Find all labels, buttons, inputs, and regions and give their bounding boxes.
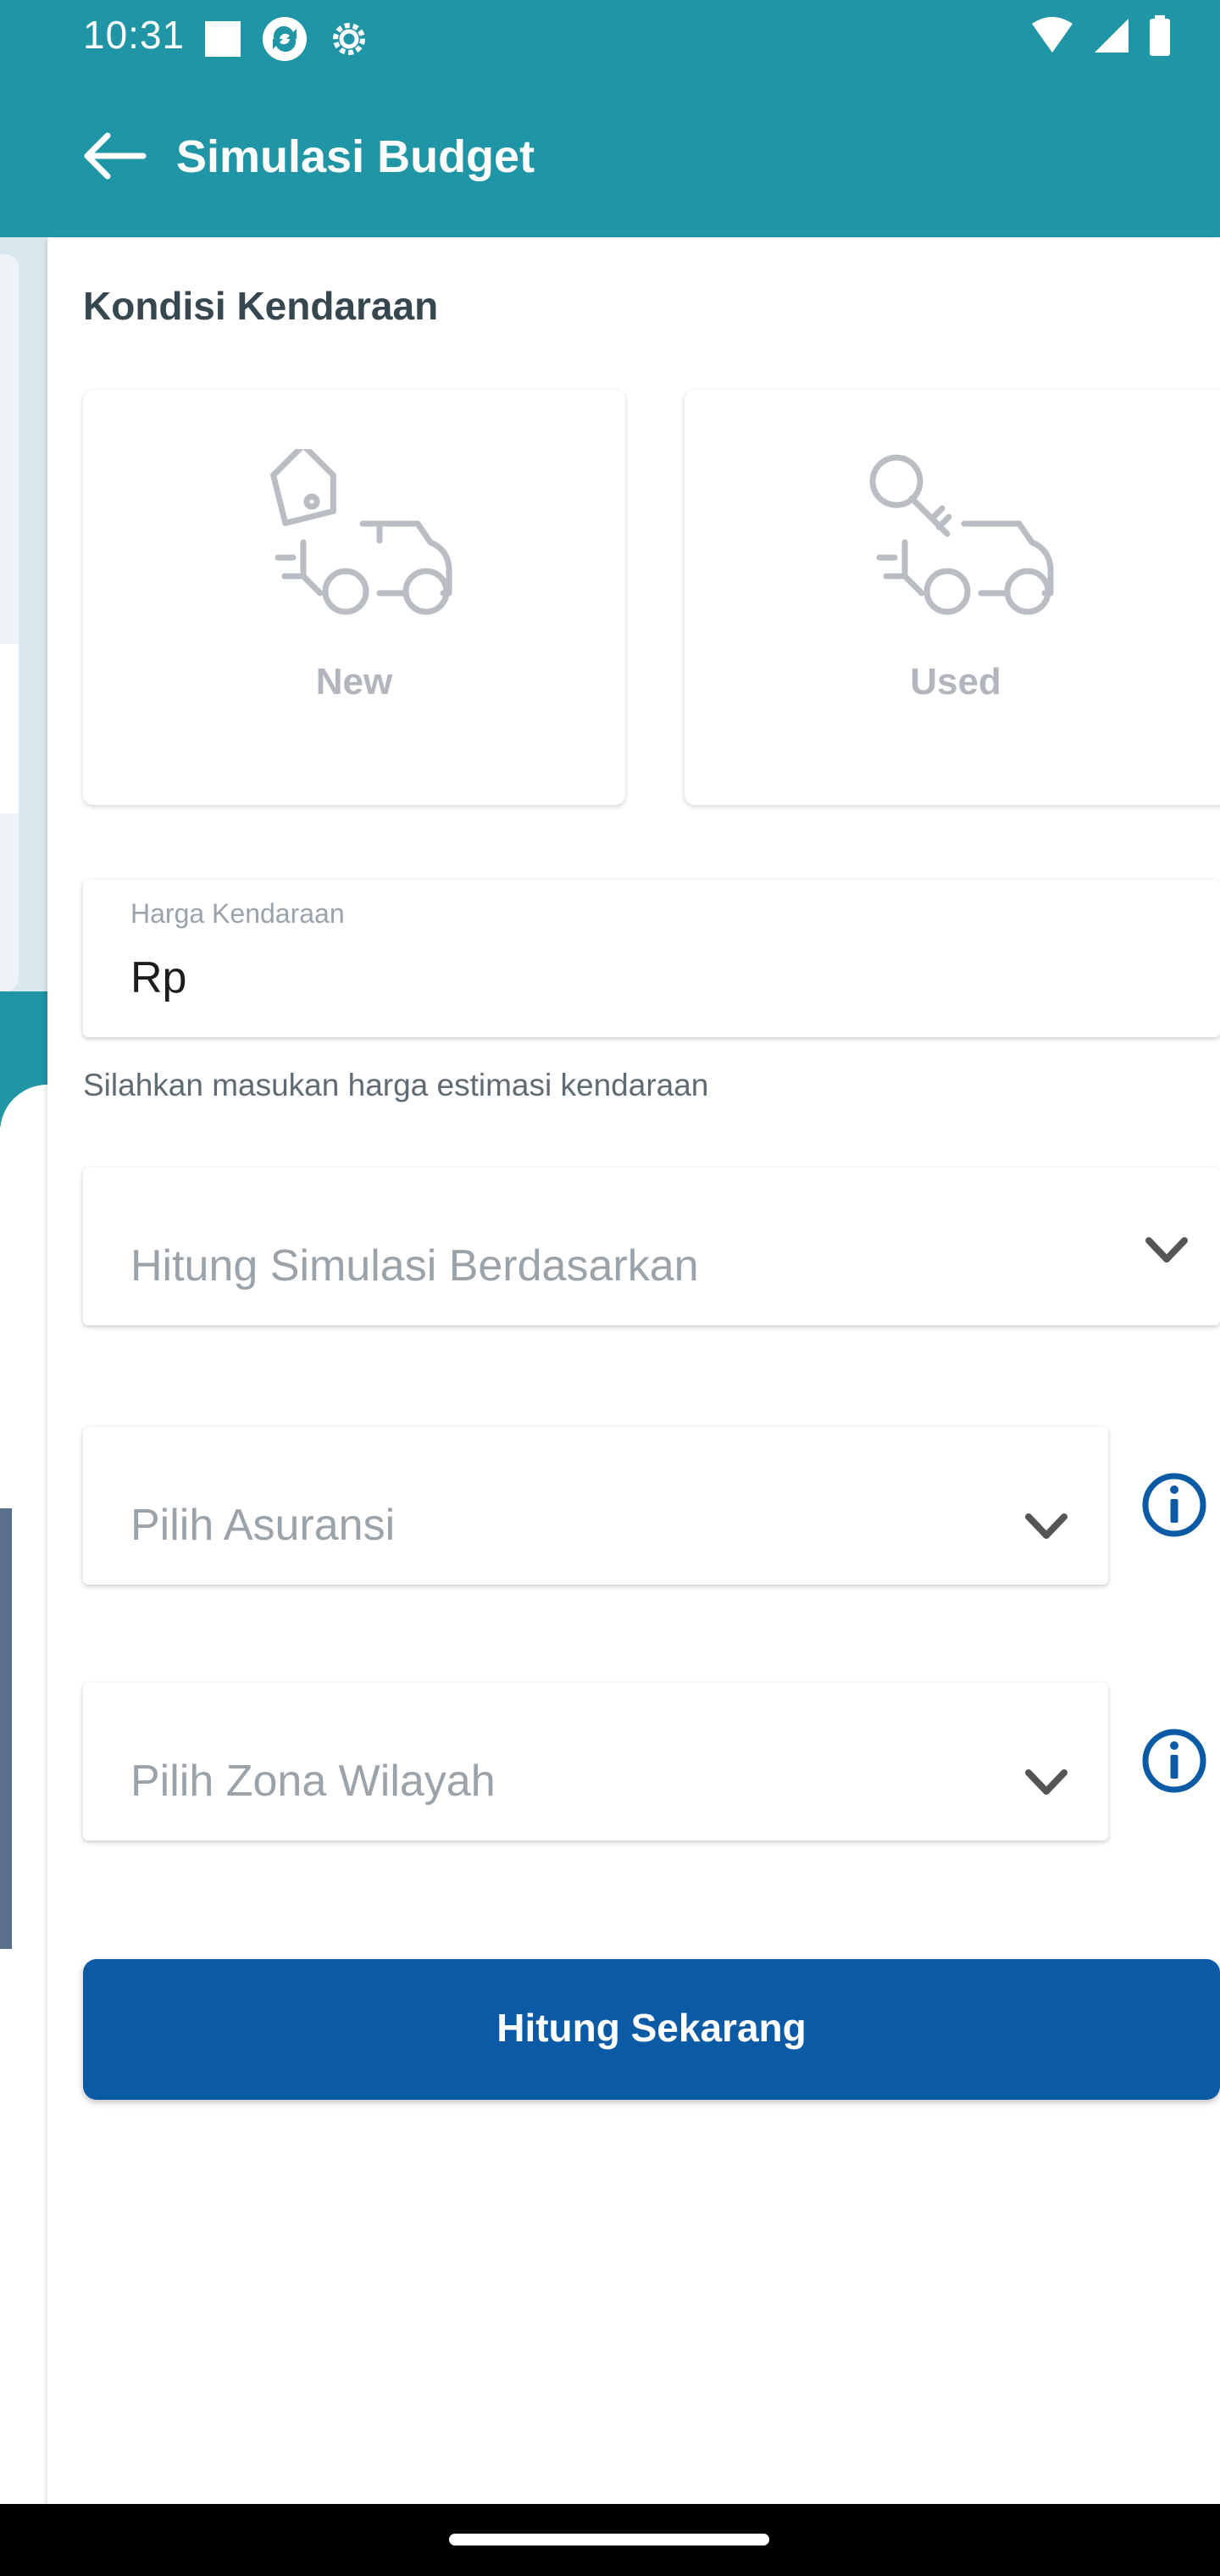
status-bar: 10:31 — [0, 0, 1220, 76]
vehicle-price-field[interactable]: Harga Kendaraan Rp — [83, 880, 1220, 1037]
page-title: Simulasi Budget — [176, 131, 535, 182]
system-navigation-bar — [0, 2504, 1220, 2576]
insurance-select[interactable]: Pilih Asuransi — [83, 1427, 1108, 1585]
budget-simulation-form: Kondisi Kendaraan New Used Harga Kendara… — [47, 239, 1220, 2508]
simulation-basis-select[interactable]: Hitung Simulasi Berdasarkan — [83, 1168, 1220, 1325]
vehicle-price-label: Harga Kendaraan — [130, 898, 345, 929]
background-panel — [0, 2186, 47, 2525]
insurance-info-icon[interactable] — [1140, 1471, 1208, 1539]
background-page-strip — [0, 237, 47, 2525]
zone-info-icon[interactable] — [1140, 1727, 1208, 1795]
chevron-down-icon — [1145, 1237, 1188, 1263]
chevron-down-icon — [1025, 1513, 1068, 1539]
calculate-now-button[interactable]: Hitung Sekarang — [83, 1959, 1220, 2100]
car-price-tag-icon — [270, 449, 452, 615]
vehicle-price-input[interactable]: Rp — [130, 952, 186, 1003]
car-key-icon — [869, 454, 1054, 615]
settings-gear-icon — [333, 23, 365, 55]
status-right-icons — [1030, 15, 1171, 56]
insurance-placeholder: Pilih Asuransi — [130, 1501, 396, 1550]
zone-select[interactable]: Pilih Zona Wilayah — [83, 1683, 1108, 1840]
condition-card-used[interactable]: Used — [685, 390, 1220, 805]
background-image-edge — [0, 1508, 12, 1949]
wifi-icon — [1032, 17, 1073, 53]
sync-icon — [263, 17, 307, 61]
back-button[interactable] — [78, 129, 151, 183]
calculate-now-label: Hitung Sekarang — [496, 2006, 807, 2050]
app-bar: Simulasi Budget — [0, 76, 1220, 237]
vehicle-price-helper: Silahkan masukan harga estimasi kendaraa… — [83, 1068, 709, 1102]
arrow-left-icon — [84, 132, 147, 180]
simulation-basis-placeholder: Hitung Simulasi Berdasarkan — [130, 1241, 699, 1291]
condition-label-new: New — [315, 661, 393, 702]
status-left-icons — [203, 15, 371, 63]
zone-placeholder: Pilih Zona Wilayah — [130, 1757, 496, 1806]
background-card-edge — [0, 254, 19, 991]
vehicle-condition-title: Kondisi Kendaraan — [83, 284, 439, 328]
background-card-edge — [0, 644, 19, 813]
signal-icon — [1095, 19, 1128, 53]
notification-square-icon — [205, 21, 241, 57]
status-time: 10:31 — [83, 13, 186, 57]
battery-icon — [1150, 15, 1170, 56]
chevron-down-icon — [1025, 1769, 1068, 1795]
home-gesture-handle[interactable] — [449, 2534, 769, 2545]
condition-label-used: Used — [910, 661, 1001, 702]
condition-card-new[interactable]: New — [83, 390, 625, 805]
